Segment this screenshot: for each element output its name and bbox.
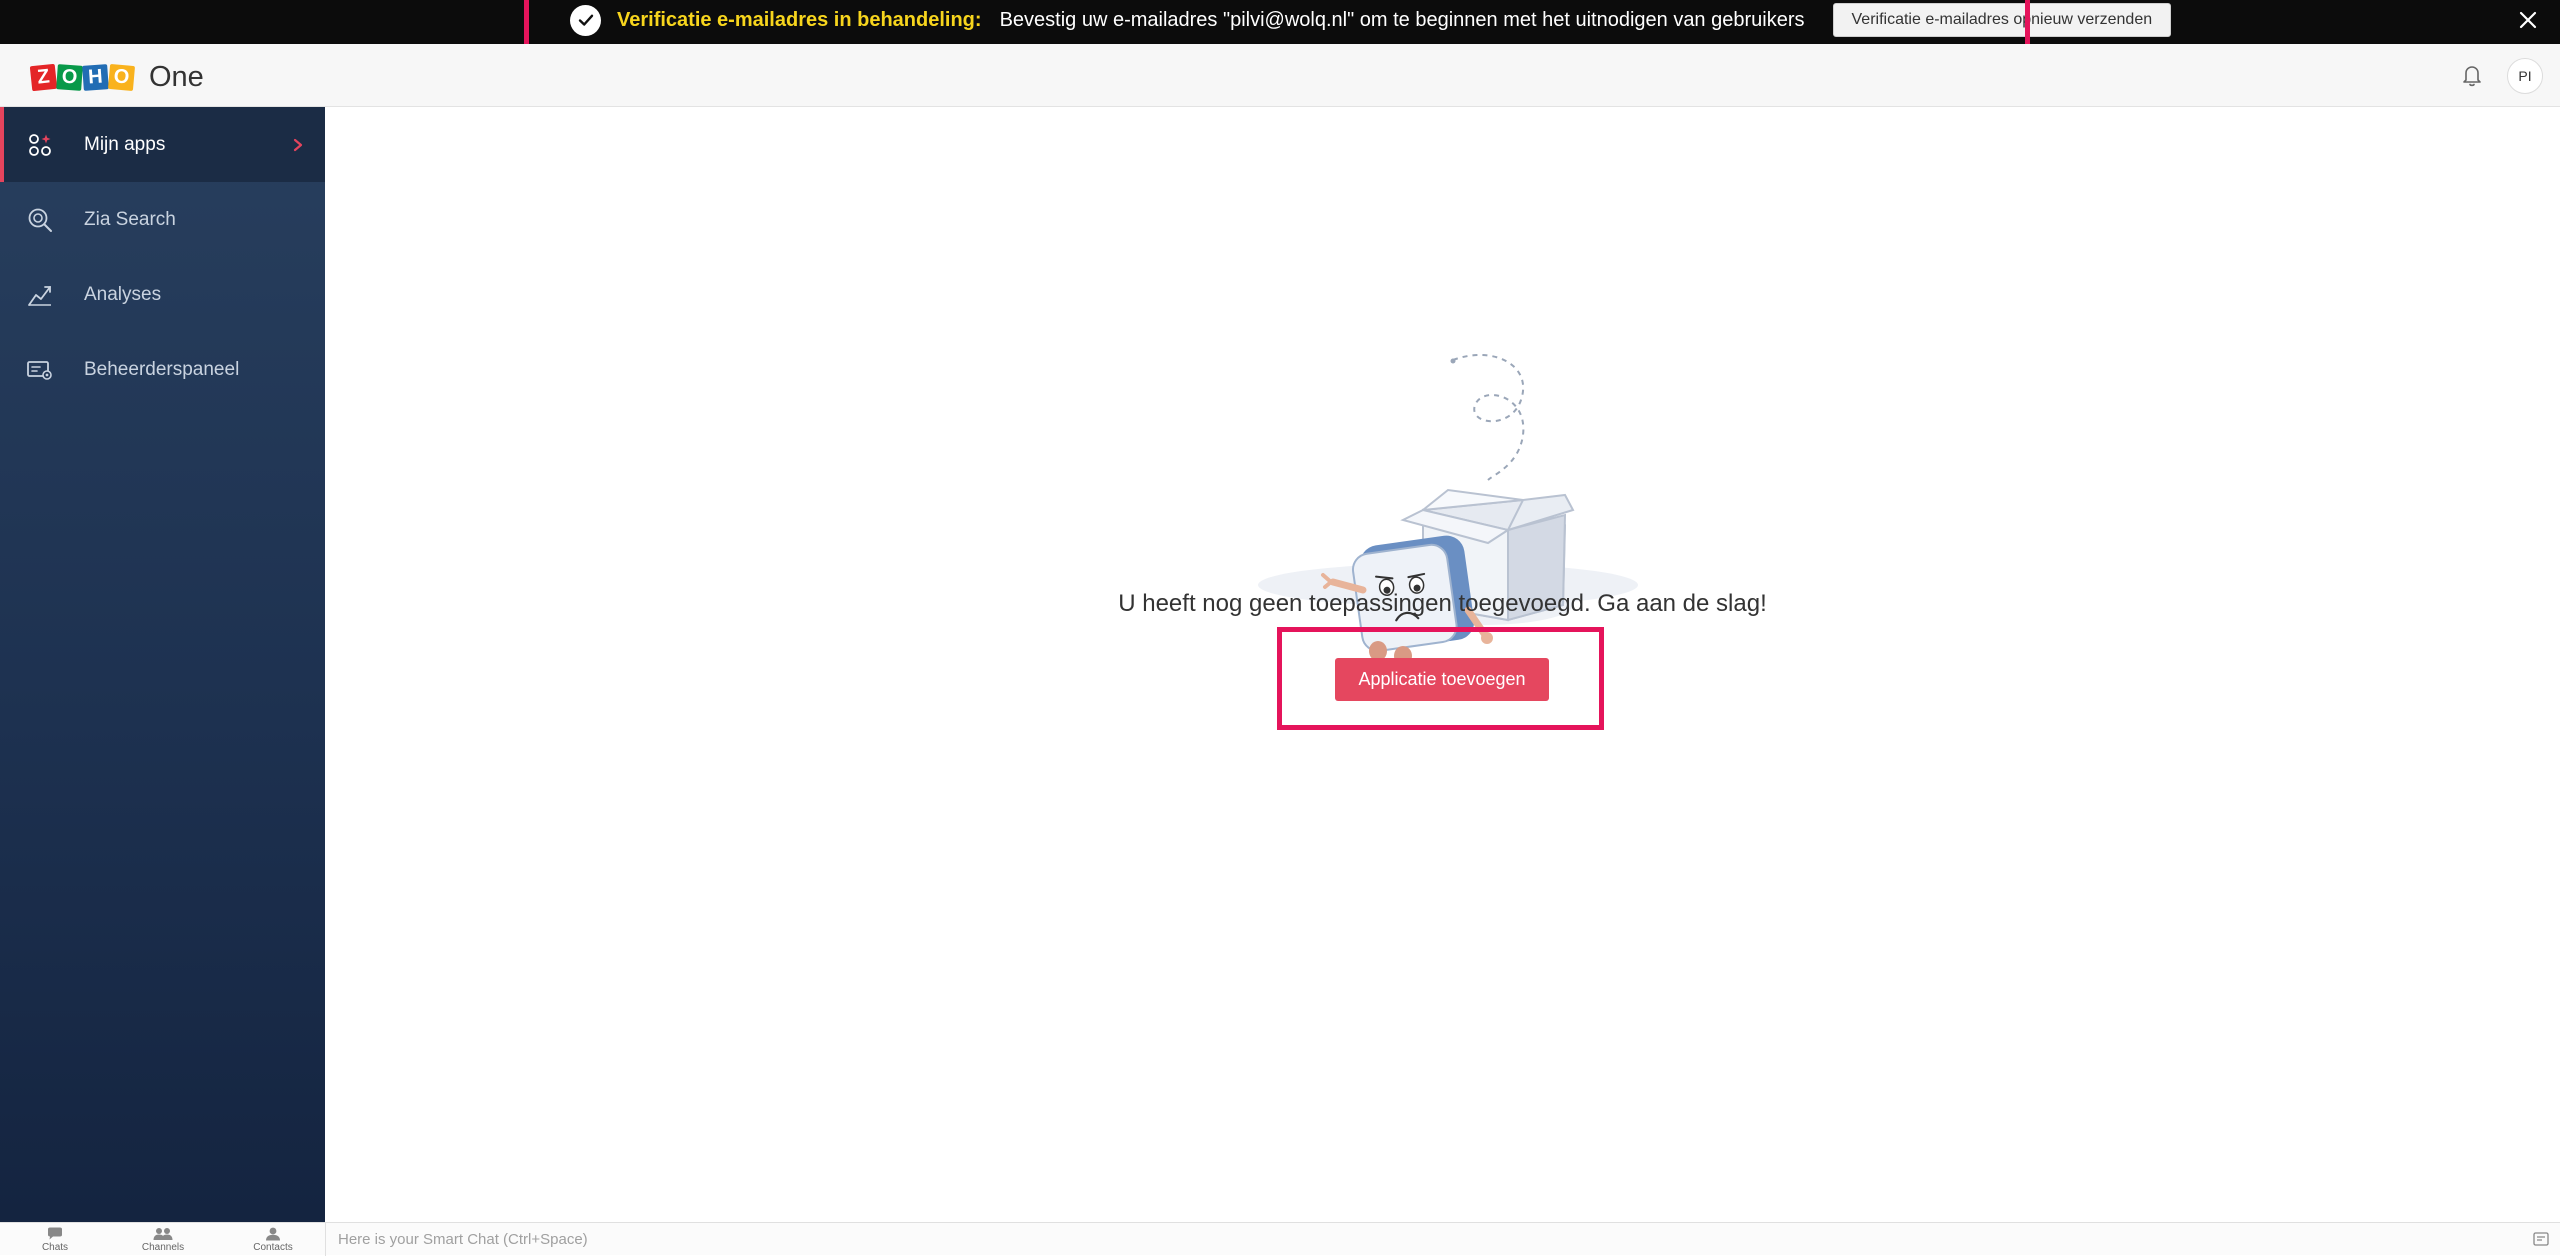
bottom-tab-label: Chats xyxy=(41,1241,69,1253)
banner-content: Verificatie e-mailadres in behandeling: … xyxy=(570,0,2172,40)
product-name: One xyxy=(149,61,204,93)
chat-icon xyxy=(48,1227,62,1239)
resend-verification-button[interactable]: Verificatie e-mailadres opnieuw verzende… xyxy=(1832,3,2172,37)
avatar[interactable]: PI xyxy=(2507,58,2543,94)
sidebar-item-zia-search[interactable]: Zia Search xyxy=(0,182,325,257)
sidebar-item-analyses[interactable]: Analyses xyxy=(0,257,325,332)
analytics-icon xyxy=(28,285,51,306)
sidebar-item-label: Mijn apps xyxy=(84,133,166,155)
apps-grid-icon xyxy=(29,133,51,156)
banner-message: Bevestig uw e-mailadres "pilvi@wolq.nl" … xyxy=(999,8,1805,31)
sidebar-item-label: Analyses xyxy=(84,283,162,305)
chat-settings-icon[interactable] xyxy=(2532,1230,2550,1248)
empty-state-message: U heeft nog geen toepassingen toegevoegd… xyxy=(1118,590,1767,617)
banner-title: Verificatie e-mailadres in behandeling: xyxy=(617,8,982,31)
logo-letter-o1: O xyxy=(56,64,83,91)
bottom-tab-chats[interactable]: Chats xyxy=(0,1223,110,1256)
logo-letter-h: H xyxy=(82,64,109,91)
verification-banner: Verificatie e-mailadres in behandeling: … xyxy=(0,0,2560,44)
sidebar-item-mijn-apps[interactable]: Mijn apps xyxy=(0,107,325,182)
chevron-right-icon xyxy=(293,138,303,151)
contacts-icon xyxy=(266,1227,280,1240)
app-header: Z O H O One PI xyxy=(0,44,2560,107)
bottom-bar: Chats Channels Contacts xyxy=(0,1222,2560,1256)
sidebar-item-label: Zia Search xyxy=(84,208,176,230)
add-application-button[interactable]: Applicatie toevoegen xyxy=(1335,658,1549,701)
sidebar-item-label: Beheerderspaneel xyxy=(84,358,240,380)
search-icon xyxy=(28,208,52,232)
close-icon[interactable] xyxy=(2514,6,2542,34)
zoho-one-logo[interactable]: Z O H O One xyxy=(29,61,204,94)
bottom-tab-contacts[interactable]: Contacts xyxy=(218,1223,328,1256)
smart-chat-input[interactable] xyxy=(326,1223,2516,1255)
bottom-tab-channels[interactable]: Channels xyxy=(108,1223,218,1256)
main-content: U heeft nog geen toepassingen toegevoegd… xyxy=(325,108,2560,1222)
channels-icon xyxy=(153,1227,173,1240)
bottom-tab-label: Channels xyxy=(141,1241,185,1253)
logo-letter-z: Z xyxy=(29,63,58,92)
check-circle-icon xyxy=(570,4,601,36)
admin-panel-icon xyxy=(27,360,52,380)
sidebar: Mijn apps Zia Search Analyses Beheerders… xyxy=(0,107,325,1222)
sidebar-item-beheerderspaneel[interactable]: Beheerderspaneel xyxy=(0,332,325,407)
bottom-tab-label: Contacts xyxy=(253,1241,293,1253)
bell-icon[interactable] xyxy=(2457,60,2487,90)
logo-letter-o2: O xyxy=(107,63,136,92)
